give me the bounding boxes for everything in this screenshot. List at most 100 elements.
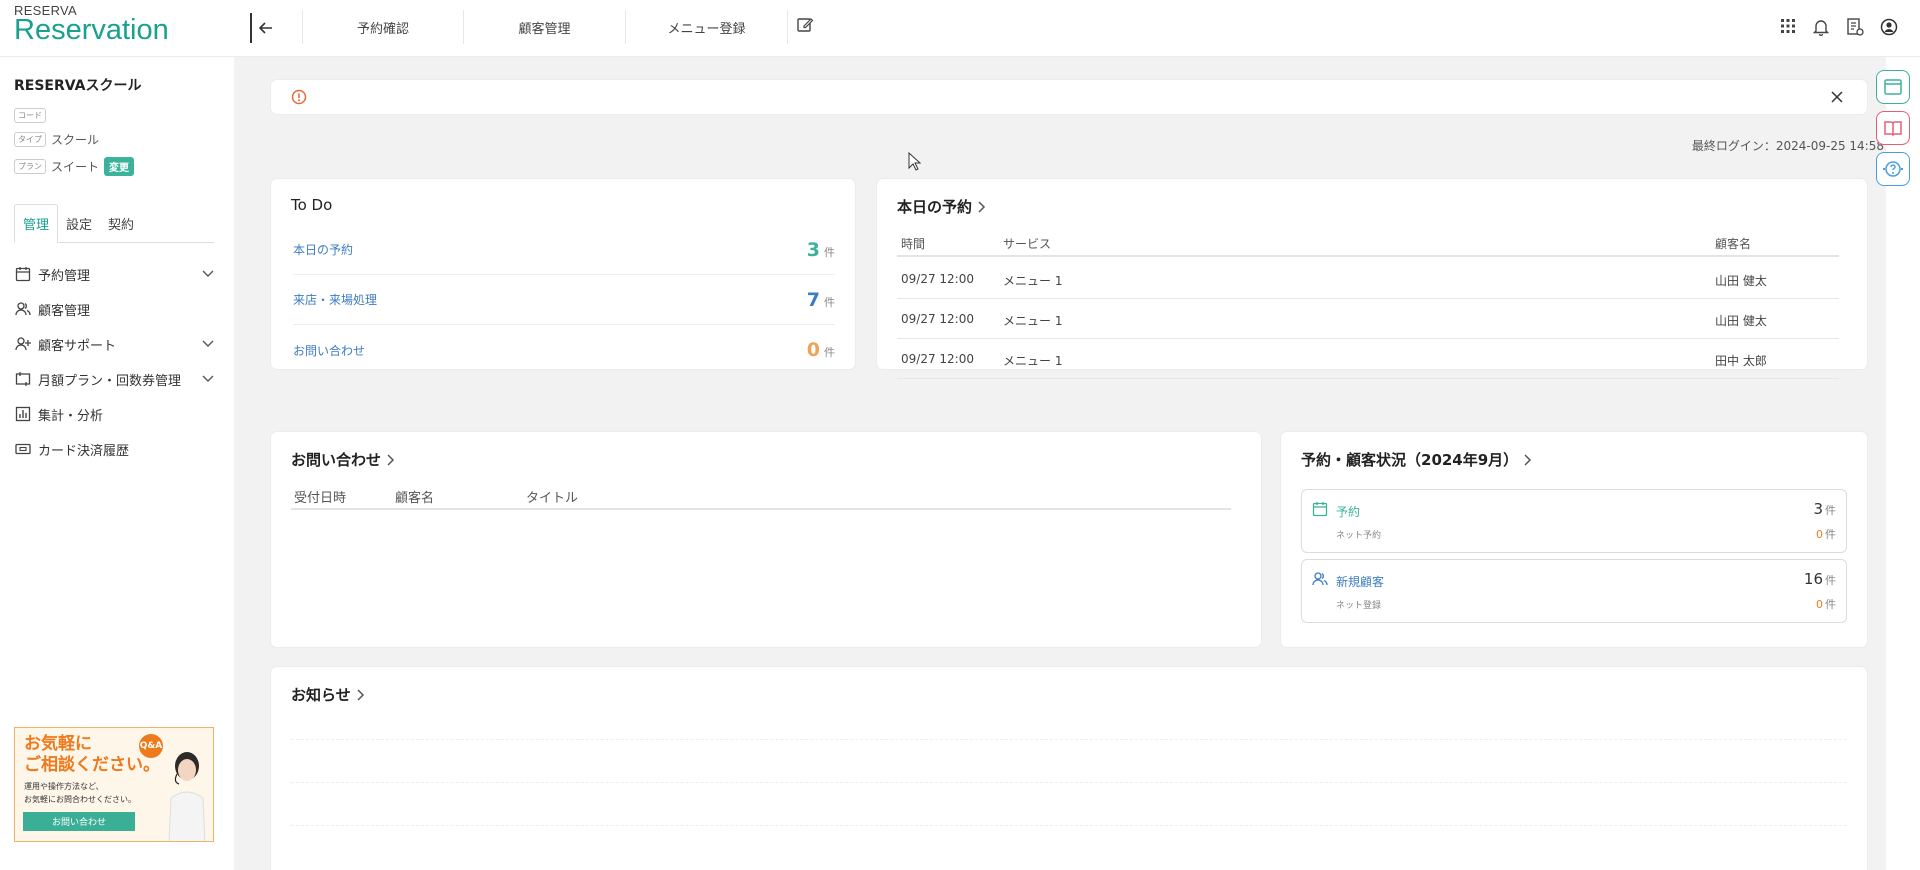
- last-login-text: 最終ログイン：2024-09-25 14:58: [1691, 139, 1884, 153]
- apps-grid-icon[interactable]: [1780, 18, 1796, 38]
- tab-management[interactable]: 管理: [14, 204, 59, 243]
- user-plus-icon: [15, 337, 31, 351]
- stat-box-reservations[interactable]: 予約 ネット予約 3件 0件: [1301, 489, 1847, 553]
- stat-sub-unit: 件: [1825, 598, 1836, 611]
- sidebar-item-label: カード決済履歴: [38, 443, 130, 459]
- chevron-down-icon: [202, 375, 214, 382]
- chevron-right-icon: [357, 688, 364, 701]
- main-content: 最終ログイン：2024-09-25 14:58 To Do 本日の予約 3件 来…: [234, 57, 1886, 870]
- bar-chart-icon: [15, 406, 31, 422]
- bell-icon[interactable]: [1812, 18, 1830, 40]
- tab-contract[interactable]: 契約: [100, 205, 142, 242]
- tab-settings[interactable]: 設定: [58, 205, 100, 242]
- sidebar: RESERVAスクール コード タイプ スクール プラン スイート 変更 管理 …: [0, 57, 234, 870]
- sidebar-item-label: 顧客管理: [38, 303, 91, 319]
- stat-sublabel: ネット登録: [1336, 601, 1382, 611]
- user-account-icon[interactable]: [1880, 18, 1898, 40]
- browser-window-button[interactable]: [1876, 70, 1910, 104]
- stat-sub-value: 0: [1816, 528, 1823, 541]
- document-settings-icon[interactable]: [1846, 18, 1864, 40]
- app-logo[interactable]: RESERVA Reservation: [14, 3, 169, 46]
- table-row[interactable]: 09/27 12:00 メニュー 1 山田 健太: [897, 299, 1839, 339]
- sidebar-item-card-history[interactable]: カード決済履歴: [14, 437, 214, 461]
- todo-unit: 件: [824, 346, 835, 359]
- stat-box-new-customers[interactable]: 新規顧客 ネット登録 16 件 0件: [1301, 559, 1847, 623]
- topnav-menu-registration[interactable]: メニュー登録: [626, 10, 788, 44]
- news-title[interactable]: お知らせ: [291, 684, 365, 705]
- news-divider: [291, 739, 1847, 740]
- cell-time: 09/27 12:00: [901, 352, 974, 366]
- todo-title: To Do: [291, 196, 333, 214]
- plan-change-button[interactable]: 変更: [104, 157, 135, 176]
- table-row[interactable]: 09/27 12:00 メニュー 1 山田 健太: [897, 259, 1839, 299]
- today-reservations-card: 本日の予約 時間 サービス 顧客名 09/27 12:00 メニュー 1 山田 …: [877, 179, 1867, 379]
- sidebar-item-label: 月額プラン・回数券管理: [38, 373, 182, 389]
- mouse-cursor-icon: [908, 152, 922, 171]
- stat-label: 新規顧客: [1336, 575, 1385, 589]
- plan-tag: プラン: [14, 159, 46, 174]
- news-title-text: お知らせ: [291, 686, 351, 704]
- stat-sub-unit: 件: [1825, 528, 1836, 541]
- banner-contact-button[interactable]: お問い合わせ: [23, 812, 135, 831]
- todo-row-inquiries[interactable]: お問い合わせ 0件: [293, 325, 835, 375]
- today-reservations-title-text: 本日の予約: [897, 198, 973, 216]
- col-time: 時間: [901, 237, 926, 251]
- col-received-date: 受付日時: [294, 491, 347, 506]
- todo-count: 7: [806, 288, 820, 311]
- sidebar-item-reservations[interactable]: 予約管理: [14, 262, 214, 286]
- plan-value: スイート: [51, 160, 100, 174]
- todo-row-visit-processing[interactable]: 来店・来場処理 7件: [293, 275, 835, 325]
- col-title: タイトル: [526, 491, 579, 506]
- cell-time: 09/27 12:00: [901, 312, 974, 326]
- sidebar-item-analytics[interactable]: 集計・分析: [14, 402, 214, 426]
- close-icon[interactable]: [1831, 91, 1843, 103]
- todo-count: 3: [806, 238, 820, 261]
- sidebar-item-customer-support[interactable]: 顧客サポート: [14, 332, 214, 356]
- todo-label: 本日の予約: [293, 243, 354, 257]
- users-icon: [1312, 572, 1328, 586]
- topnav-reservation-check[interactable]: 予約確認: [302, 10, 464, 44]
- logo-main-text: Reservation: [14, 14, 169, 46]
- plan-row: プラン スイート 変更: [14, 157, 135, 176]
- todo-label: 来店・来場処理: [293, 293, 378, 307]
- alert-icon: [291, 89, 307, 105]
- todo-card: To Do 本日の予約 3件 来店・来場処理 7件 お問い合わせ 0件: [271, 179, 855, 369]
- todo-row-today-reservations[interactable]: 本日の予約 3件: [293, 225, 835, 275]
- code-row: コード: [14, 108, 46, 123]
- calendar-icon: [15, 267, 31, 282]
- todo-unit: 件: [824, 245, 835, 259]
- monthly-status-title-text: 予約・顧客状況（2024年9月）: [1301, 451, 1519, 469]
- window-icon: [1884, 79, 1902, 95]
- today-reservations-title[interactable]: 本日の予約: [897, 196, 986, 217]
- edit-icon[interactable]: [796, 16, 814, 38]
- chevron-right-icon: [387, 453, 395, 466]
- cell-service: メニュー 1: [1003, 274, 1063, 288]
- calendar-icon: [1312, 502, 1328, 517]
- manual-button[interactable]: [1876, 111, 1910, 145]
- code-tag: コード: [14, 108, 46, 123]
- col-customer: 顧客名: [395, 491, 435, 506]
- sidebar-item-monthly-plans[interactable]: 月額プラン・回数券管理: [14, 367, 214, 391]
- school-name: RESERVAスクール: [14, 78, 142, 94]
- stat-value: 3: [1813, 500, 1823, 518]
- topnav-customer-management[interactable]: 顧客管理: [464, 10, 626, 44]
- inquiries-table-header: 受付日時 顧客名 タイトル: [291, 482, 1231, 510]
- news-divider: [291, 782, 1847, 783]
- top-bar: RESERVA Reservation 予約確認 顧客管理 メニュー登録: [0, 0, 1920, 57]
- inquiries-title[interactable]: お問い合わせ: [291, 449, 395, 470]
- todo-count: 0: [806, 339, 820, 361]
- contact-banner[interactable]: お気軽に ご相談ください。 Q&A 運用や操作方法など、 お気軽にお問合わせくだ…: [14, 727, 214, 842]
- table-row[interactable]: 09/27 12:00 メニュー 1 田中 太郎: [897, 339, 1839, 379]
- sidebar-item-customers[interactable]: 顧客管理: [14, 297, 214, 321]
- users-icon: [15, 302, 31, 316]
- banner-subtext-line2: お気軽にお問合わせください。: [24, 795, 136, 804]
- monthly-status-title[interactable]: 予約・顧客状況（2024年9月）: [1301, 449, 1532, 470]
- monthly-status-card: 予約・顧客状況（2024年9月） 予約 ネット予約 3件 0件 新規顧客 ネット…: [1281, 432, 1867, 647]
- banner-subtext: 運用や操作方法など、 お気軽にお問合わせください。: [24, 780, 136, 806]
- stat-sublabel: ネット予約: [1336, 531, 1382, 541]
- help-button[interactable]: [1876, 152, 1910, 186]
- news-divider: [291, 825, 1847, 826]
- collapse-sidebar-button[interactable]: [250, 13, 280, 43]
- chevron-right-icon: [978, 200, 986, 213]
- chevron-down-icon: [202, 270, 214, 277]
